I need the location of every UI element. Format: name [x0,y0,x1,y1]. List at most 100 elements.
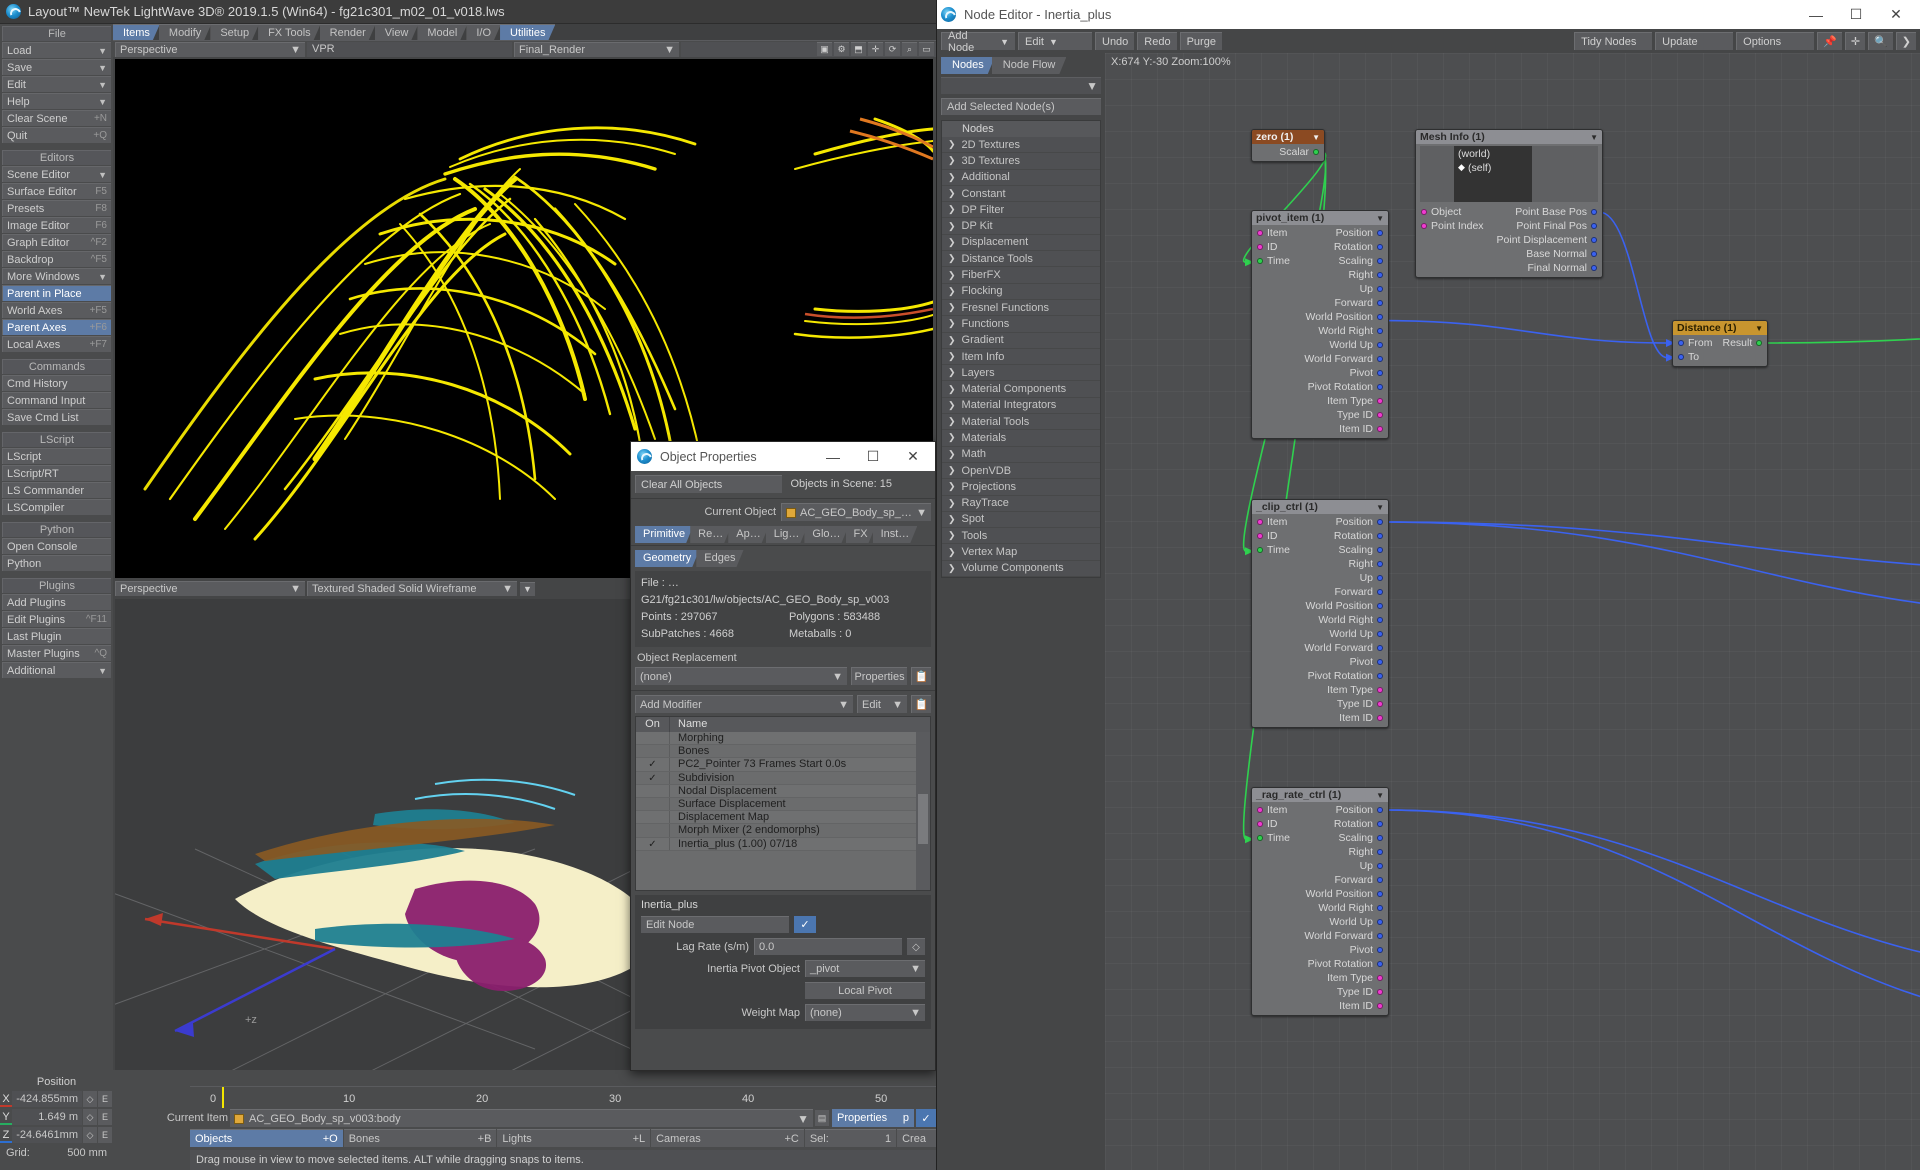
port-dot-icon[interactable] [1377,384,1383,390]
sidebar-item-help[interactable]: Help ▼ [2,93,111,109]
port-dot-icon[interactable] [1377,258,1383,264]
node-output-port[interactable]: Scaling [1339,544,1383,556]
modifier-row[interactable]: ✓ PC2_Pointer 73 Frames Start 0.0s [636,758,930,772]
node-output-port[interactable]: Item ID [1339,712,1383,724]
modifier-enabled-check[interactable] [636,732,670,745]
tab-utilities[interactable]: Utilities [500,24,555,40]
modifier-enabled-check[interactable]: ✓ [636,771,670,784]
node-output-port[interactable]: Rotation [1334,241,1383,253]
port-dot-icon[interactable] [1591,223,1597,229]
node-output-port[interactable]: World Forward [1304,642,1383,654]
sidebar-item-lscript-rt[interactable]: LScript/RT [2,465,111,481]
mesh-info-option[interactable]: (world) [1458,148,1490,160]
sidebar-item-world-axes[interactable]: World Axes +F5 [2,302,111,318]
properties-button[interactable]: Properties p [832,1109,914,1127]
port-dot-icon[interactable] [1421,223,1427,229]
node-category-tools[interactable]: ❯ Tools [942,528,1100,545]
port-dot-icon[interactable] [1377,617,1383,623]
port-dot-icon[interactable] [1257,519,1263,525]
close-icon[interactable]: ✕ [893,443,933,471]
port-dot-icon[interactable] [1377,286,1383,292]
port-dot-icon[interactable] [1257,244,1263,250]
move-icon[interactable]: ✛ [1844,32,1866,50]
modifier-row[interactable]: Bones [636,745,930,759]
node-mesh_info[interactable]: Mesh Info (1) ▼ (world) (self) ◆ Object Point … [1415,129,1603,278]
port-dot-icon[interactable] [1257,258,1263,264]
node-output-port[interactable]: Pivot Rotation [1308,670,1383,682]
node-category-vertex-map[interactable]: ❯ Vertex Map [942,544,1100,561]
port-dot-icon[interactable] [1257,821,1263,827]
viewport-render-mode[interactable]: VPR [307,41,512,57]
sidebar-item-lscript[interactable]: LScript [2,448,111,464]
node-pivot_item[interactable]: pivot_item (1) ▼ Item Position ID Rotation Tim… [1251,210,1389,439]
node-category-dp-kit[interactable]: ❯ DP Kit [942,218,1100,235]
node-output-port[interactable]: Item ID [1339,1000,1383,1012]
node-category-dp-filter[interactable]: ❯ DP Filter [942,202,1100,219]
port-dot-icon[interactable] [1377,370,1383,376]
port-dot-icon[interactable] [1377,230,1383,236]
port-dot-icon[interactable] [1377,975,1383,981]
ne-button-redo[interactable]: Redo [1137,32,1177,50]
port-dot-icon[interactable] [1377,659,1383,665]
edit-node-checkbox[interactable]: ✓ [794,916,816,933]
port-dot-icon[interactable] [1377,961,1383,967]
port-dot-icon[interactable] [1377,835,1383,841]
sidebar-item-additional[interactable]: Additional ▼ [2,662,111,678]
ne-button-options[interactable]: Options [1736,32,1815,50]
node-input-port[interactable]: Item [1257,516,1287,528]
node-output-port[interactable]: Position [1336,516,1383,528]
node-output-port[interactable]: Right [1348,558,1383,570]
port-dot-icon[interactable] [1377,426,1383,432]
node-output-port[interactable]: World Forward [1304,353,1383,365]
node-output-port[interactable]: Pivot Rotation [1308,381,1383,393]
minimize-icon[interactable]: — [1796,1,1836,29]
axis-value[interactable]: -424.855mm [12,1091,82,1107]
sidebar-item-save-cmd-list[interactable]: Save Cmd List [2,409,111,425]
modifier-row[interactable]: Surface Displacement [636,797,930,812]
port-dot-icon[interactable] [1377,272,1383,278]
pivot-object-select[interactable]: _pivot ▼ [805,960,925,977]
node-input-port[interactable]: Time [1257,255,1290,267]
modifier-row[interactable]: Nodal Displacement [636,784,930,798]
node-category-volume-components[interactable]: ❯ Volume Components [942,560,1100,578]
envelope-icon[interactable]: ◇ [83,1091,97,1107]
ne-button-tidy-nodes[interactable]: Tidy Nodes [1574,32,1653,50]
node-category-flocking[interactable]: ❯ Flocking [942,283,1100,300]
node-output-port[interactable]: Pivot [1350,944,1383,956]
node-output-port[interactable]: World Up [1329,339,1383,351]
node-input-port[interactable]: From [1678,337,1713,349]
port-dot-icon[interactable] [1377,412,1383,418]
sidebar-item-image-editor[interactable]: Image Editor F6 [2,217,111,233]
port-dot-icon[interactable] [1257,807,1263,813]
node-category-openvdb[interactable]: ❯ OpenVDB [942,462,1100,480]
add-selected-nodes-button[interactable]: Add Selected Node(s) [941,98,1101,115]
port-dot-icon[interactable] [1377,701,1383,707]
node-output-port[interactable]: Position [1336,804,1383,816]
item-list-icon[interactable]: ▤ [815,1110,829,1126]
node-category-additional[interactable]: ❯ Additional [942,169,1100,186]
select-mode-bones[interactable]: Bones +B [343,1129,497,1147]
node-category-layers[interactable]: ❯ Layers [942,365,1100,382]
node-output-port[interactable]: Rotation [1334,818,1383,830]
sidebar-item-local-axes[interactable]: Local Axes +F7 [2,336,111,352]
maximize-viewport-icon[interactable]: ▭ [919,42,934,56]
port-dot-icon[interactable] [1377,645,1383,651]
lock-icon[interactable]: ⬒ [851,42,866,56]
clipboard-icon[interactable]: 📋 [911,695,931,713]
pin-icon[interactable]: 📌 [1817,32,1842,50]
tab-view[interactable]: View [375,24,419,40]
port-dot-icon[interactable] [1377,631,1383,637]
sidebar-item-lscompiler[interactable]: LSCompiler [2,499,111,515]
node-output-port[interactable]: Type ID [1337,698,1383,710]
replacement-properties-button[interactable]: Properties [851,667,907,685]
current-item-select[interactable]: AC_GEO_Body_sp_v003:body ▼ [230,1109,813,1127]
port-dot-icon[interactable] [1377,673,1383,679]
modifier-enabled-check[interactable]: ✓ [636,837,670,850]
node-input-port[interactable]: Item [1257,227,1287,239]
edit-envelope-button[interactable]: E [98,1091,112,1107]
ne-tab-nodes[interactable]: Nodes [941,57,995,74]
node-output-port[interactable]: World Position [1305,600,1383,612]
port-dot-icon[interactable] [1377,561,1383,567]
node-output-port[interactable]: World Position [1305,888,1383,900]
node-output-port[interactable]: Up [1360,860,1383,872]
